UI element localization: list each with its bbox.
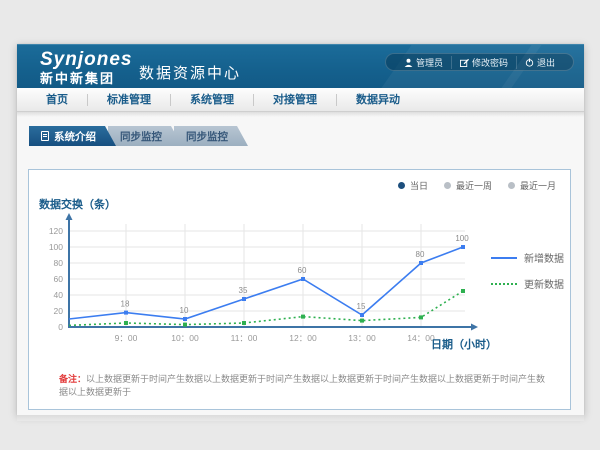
radio-dot	[444, 182, 451, 189]
legend-item-1: 更新数据	[491, 276, 564, 291]
dotted-line-swatch	[491, 283, 517, 285]
svg-text:40: 40	[54, 290, 64, 300]
nav-item-1[interactable]: 标准管理	[88, 94, 171, 106]
tab-1[interactable]: 同步监控	[108, 126, 182, 146]
nav-item-0[interactable]: 首页	[27, 94, 88, 106]
svg-text:35: 35	[239, 286, 248, 295]
user-toolbar: 管理员修改密码退出	[385, 53, 574, 71]
nav-item-2[interactable]: 系统管理	[171, 94, 254, 106]
chart-panel: 当日最近一周最近一月 数据交换（条） 0204060801001209：0010…	[28, 169, 571, 410]
svg-text:10: 10	[180, 306, 189, 315]
legend-item-0: 新增数据	[491, 250, 564, 265]
page-title: 数据资源中心	[139, 62, 241, 83]
tab-0[interactable]: 系统介绍	[29, 126, 116, 146]
period-option-2[interactable]: 最近一月	[508, 179, 556, 192]
brand-logo[interactable]: Synjones 新中新集团	[40, 50, 132, 85]
x-axis-title: 日期（小时）	[431, 336, 497, 352]
svg-text:0: 0	[58, 322, 63, 332]
user-icon	[404, 58, 413, 67]
tab-2[interactable]: 同步监控	[174, 126, 248, 146]
svg-text:100: 100	[49, 242, 63, 252]
svg-text:11：00: 11：00	[231, 333, 258, 343]
user-menu-user[interactable]: 管理员	[396, 56, 451, 69]
svg-text:9：00: 9：00	[115, 333, 138, 343]
footnote: 备注：以上数据更新于时间产生数据以上数据更新于时间产生数据以上数据更新于时间产生…	[59, 373, 554, 398]
nav-item-4[interactable]: 数据异动	[337, 94, 419, 106]
nav-shadow	[17, 112, 584, 117]
svg-text:10：00: 10：00	[171, 333, 199, 343]
svg-text:13：00: 13：00	[348, 333, 376, 343]
solid-line-swatch	[491, 257, 517, 259]
document-icon	[41, 131, 49, 141]
user-menu-power[interactable]: 退出	[516, 56, 563, 69]
brand-logo-en: Synjones	[40, 50, 132, 69]
app-header: Synjones 新中新集团 数据资源中心 管理员修改密码退出	[17, 44, 584, 88]
nav-item-3[interactable]: 对接管理	[254, 94, 337, 106]
svg-text:60: 60	[54, 274, 64, 284]
radio-dot	[508, 182, 515, 189]
user-menu-edit[interactable]: 修改密码	[451, 56, 516, 69]
period-filter: 当日 最近一周 最近一月	[398, 179, 556, 192]
period-option-1[interactable]: 最近一周	[444, 179, 492, 192]
period-option-0[interactable]: 当日	[398, 179, 428, 192]
footnote-label: 备注：	[59, 374, 86, 384]
svg-text:80: 80	[416, 250, 425, 259]
series-legend: 新增数据更新数据	[491, 250, 564, 291]
svg-text:100: 100	[455, 234, 469, 243]
svg-text:20: 20	[54, 306, 64, 316]
edit-icon	[460, 58, 469, 67]
svg-text:18: 18	[121, 300, 130, 309]
svg-text:80: 80	[54, 258, 64, 268]
tab-bar: 系统介绍同步监控同步监控	[29, 126, 584, 146]
window-footer	[17, 415, 584, 421]
power-icon	[525, 58, 534, 67]
main-nav: 首页标准管理系统管理对接管理数据异动	[17, 88, 584, 112]
radio-dot	[398, 182, 405, 189]
svg-text:60: 60	[298, 266, 307, 275]
footnote-text: 以上数据更新于时间产生数据以上数据更新于时间产生数据以上数据更新于时间产生数据以…	[59, 374, 545, 397]
brand-logo-cn: 新中新集团	[40, 72, 132, 85]
svg-text:12：00: 12：00	[289, 333, 317, 343]
svg-text:120: 120	[49, 226, 63, 236]
app-window: Synjones 新中新集团 数据资源中心 管理员修改密码退出 首页标准管理系统…	[17, 44, 584, 415]
svg-text:15: 15	[357, 302, 366, 311]
